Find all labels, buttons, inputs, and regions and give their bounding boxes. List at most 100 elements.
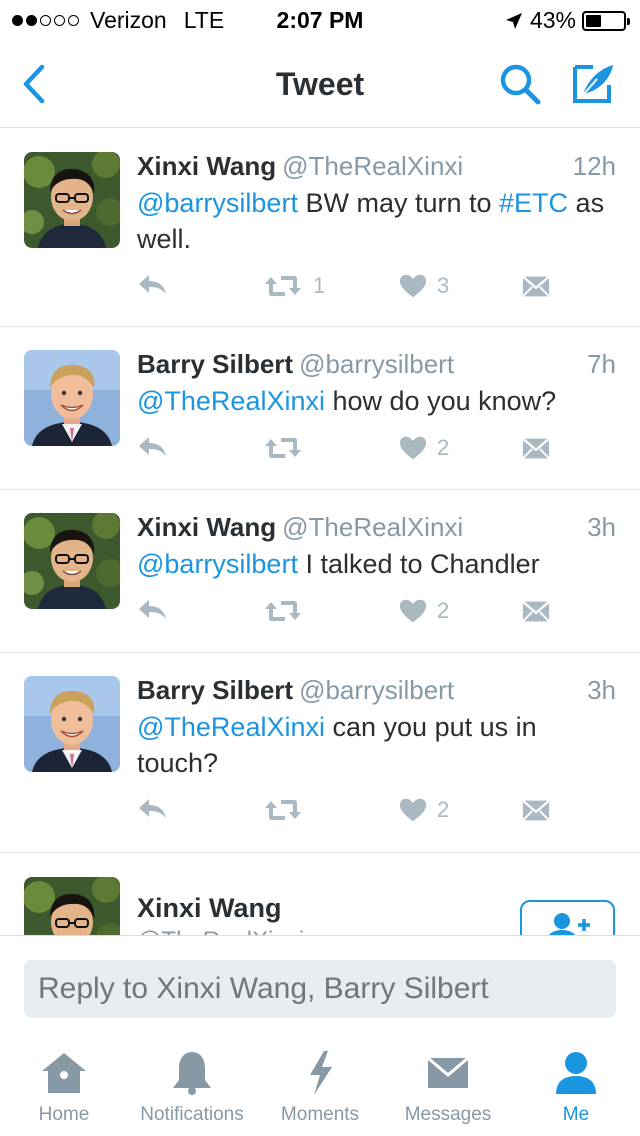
tab-home[interactable]: Home xyxy=(0,1047,128,1126)
tweet-text: @barrysilbert I talked to Chandler xyxy=(137,546,610,582)
tab-moments[interactable]: Moments xyxy=(256,1047,384,1126)
reply-button[interactable] xyxy=(137,598,169,622)
tab-messages[interactable]: Messages xyxy=(384,1047,512,1126)
tweet-text-body: BW may turn to xyxy=(297,188,500,218)
author-handle[interactable]: @barrysilbert xyxy=(299,675,454,705)
mention-link[interactable]: @TheRealXinxi xyxy=(137,712,325,742)
tab-label: Moments xyxy=(280,1104,360,1125)
tab-me[interactable]: Me xyxy=(512,1047,640,1126)
reply-button[interactable] xyxy=(137,435,169,459)
author-name[interactable]: Barry Silbert xyxy=(137,349,293,379)
tab-label: Home xyxy=(38,1104,90,1125)
tweet[interactable]: Xinxi Wang @TheRealXinxi 3h @barrysilbert… xyxy=(0,490,640,653)
like-count: 2 xyxy=(437,435,450,460)
heart-icon xyxy=(399,435,427,461)
search-button[interactable] xyxy=(496,60,544,108)
home-icon xyxy=(42,1053,86,1093)
retweet-icon xyxy=(263,273,303,299)
bell-icon xyxy=(173,1052,211,1095)
tweet-actions: 2 xyxy=(137,797,577,833)
author-name[interactable]: Xinxi Wang xyxy=(137,512,276,542)
reply-icon xyxy=(137,435,169,459)
like-button[interactable]: 2 xyxy=(399,435,449,461)
reply-icon xyxy=(137,797,169,821)
tweet-text-body: I talked to Chandler xyxy=(297,549,540,579)
lightning-icon xyxy=(310,1051,332,1095)
author-name[interactable]: Barry Silbert xyxy=(137,675,293,705)
compose-icon xyxy=(573,65,613,103)
retweet-count: 1 xyxy=(313,273,326,298)
like-button[interactable]: 2 xyxy=(399,797,449,823)
retweet-icon xyxy=(263,797,303,823)
search-icon xyxy=(500,64,541,105)
tweet[interactable]: Barry Silbert @barrysilbert 7h @TheRealXi… xyxy=(0,327,640,490)
author-handle[interactable]: @barrysilbert xyxy=(299,349,454,379)
retweet-button[interactable]: 1 xyxy=(263,273,325,299)
tweet-time: 7h xyxy=(587,349,616,379)
reply-icon xyxy=(137,273,169,297)
retweet-button[interactable] xyxy=(263,598,303,624)
battery-icon xyxy=(582,10,630,31)
like-button[interactable]: 2 xyxy=(399,598,449,624)
person-icon xyxy=(556,1052,596,1094)
hashtag-link[interactable]: #ETC xyxy=(499,188,568,218)
retweet-button[interactable] xyxy=(263,797,303,823)
tweet-actions: 1 3 xyxy=(137,273,577,309)
reply-button[interactable] xyxy=(137,797,169,821)
dm-button[interactable] xyxy=(521,598,551,624)
avatar[interactable] xyxy=(24,152,120,248)
status-right: 43% xyxy=(504,7,630,34)
author-name[interactable]: Xinxi Wang xyxy=(137,151,276,181)
envelope-icon xyxy=(427,1056,469,1088)
heart-icon xyxy=(399,598,427,624)
avatar[interactable] xyxy=(24,676,120,772)
tab-label: Messages xyxy=(404,1104,492,1125)
avatar[interactable] xyxy=(24,513,120,609)
tab-notifications[interactable]: Notifications xyxy=(128,1047,256,1126)
tweet-time: 12h xyxy=(572,151,616,181)
compose-button[interactable] xyxy=(570,60,618,108)
author-name[interactable]: Xinxi Wang xyxy=(137,893,282,924)
reply-input[interactable] xyxy=(24,960,616,1018)
like-count: 2 xyxy=(437,598,450,623)
reply-button[interactable] xyxy=(137,273,169,297)
page-title: Tweet xyxy=(275,66,365,102)
like-count: 2 xyxy=(437,797,450,822)
mention-link[interactable]: @barrysilbert xyxy=(137,549,298,579)
avatar[interactable] xyxy=(24,350,120,446)
dm-button[interactable] xyxy=(521,797,551,823)
heart-icon xyxy=(399,797,427,823)
conversation-timeline: Xinxi Wang @TheRealXinxi 12h @barrysilber… xyxy=(0,129,640,935)
dm-button[interactable] xyxy=(521,273,551,299)
like-count: 3 xyxy=(437,273,450,298)
tweet-text: @barrysilbert BW may turn to #ETC as wel… xyxy=(137,185,610,257)
tweet-header: Barry Silbert @barrysilbert 3h xyxy=(137,675,616,706)
tweet-actions: 2 xyxy=(137,598,577,634)
mention-link[interactable]: @TheRealXinxi xyxy=(137,386,325,416)
avatar[interactable] xyxy=(24,877,120,935)
tweet-text: @TheRealXinxi how do you know? xyxy=(137,383,610,419)
author-handle[interactable]: @TheRealXinxi xyxy=(137,927,304,935)
tweet-text-body: how do you know? xyxy=(325,386,557,416)
tweet-header: Xinxi Wang @TheRealXinxi 3h xyxy=(137,512,616,543)
tweet-actions: 2 xyxy=(137,435,577,471)
focused-tweet[interactable]: Xinxi Wang @TheRealXinxi xyxy=(0,853,640,935)
direct-message-icon xyxy=(521,598,551,624)
follow-button[interactable] xyxy=(520,900,615,935)
retweet-button[interactable] xyxy=(263,435,303,461)
tweet-time: 3h xyxy=(587,512,616,542)
tab-bar: Home Notifications Moments Messages Me xyxy=(0,1035,640,1136)
status-bar: Verizon LTE 2:07 PM 43% xyxy=(0,0,640,40)
author-handle[interactable]: @TheRealXinxi xyxy=(282,512,463,542)
mention-link[interactable]: @barrysilbert xyxy=(137,188,298,218)
tweet[interactable]: Xinxi Wang @TheRealXinxi 12h @barrysilber… xyxy=(0,129,640,327)
tweet[interactable]: Barry Silbert @barrysilbert 3h @TheRealXi… xyxy=(0,653,640,853)
direct-message-icon xyxy=(521,273,551,299)
dm-button[interactable] xyxy=(521,435,551,461)
heart-icon xyxy=(399,273,427,299)
like-button[interactable]: 3 xyxy=(399,273,449,299)
tweet-text: @TheRealXinxi can you put us in touch? xyxy=(137,709,580,781)
nav-bar: Tweet xyxy=(0,40,640,128)
direct-message-icon xyxy=(521,797,551,823)
author-handle[interactable]: @TheRealXinxi xyxy=(282,151,463,181)
